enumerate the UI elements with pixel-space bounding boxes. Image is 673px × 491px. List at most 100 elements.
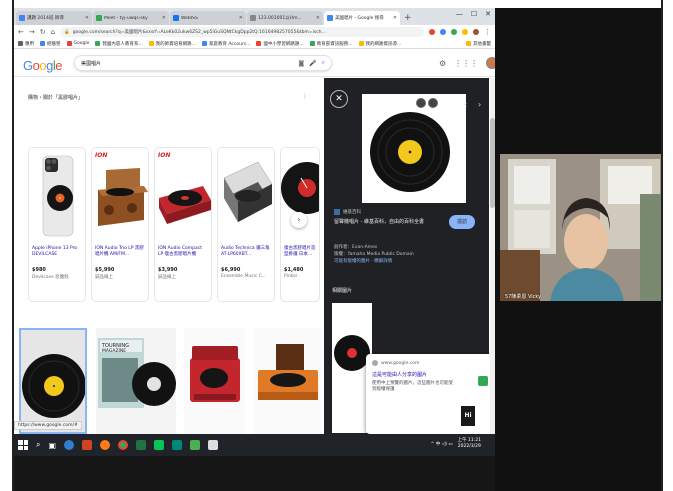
product-image: ION — [92, 148, 148, 243]
minimize-button[interactable]: — — [456, 10, 463, 18]
product-price: $5,990 — [95, 267, 115, 273]
tab-close-icon[interactable]: ✕ — [316, 15, 320, 21]
tab-1[interactable]: Meet - tyj-uwqs-sky ✕ — [93, 11, 169, 25]
bookmark-item[interactable]: 經驗營 — [40, 41, 61, 47]
more-icon[interactable] — [428, 98, 438, 108]
avatar[interactable] — [486, 57, 495, 69]
product-card[interactable]: Apple iPhone 13 Pro DEVILCASE $980 Devil… — [28, 147, 86, 302]
line-icon[interactable] — [154, 440, 165, 450]
extension-badge-icon[interactable] — [478, 376, 488, 386]
extension-icon[interactable] — [462, 29, 468, 35]
search-icon[interactable]: ⌕ — [322, 59, 325, 67]
close-icon[interactable]: ✕ — [330, 90, 348, 108]
meet-icon[interactable] — [172, 440, 183, 450]
next-image-icon[interactable]: › — [478, 100, 481, 109]
preview-image[interactable] — [362, 94, 466, 203]
excel-icon[interactable] — [136, 440, 147, 450]
image-result[interactable] — [184, 328, 246, 434]
apps-grid-icon[interactable]: ⋮⋮⋮ — [454, 59, 478, 68]
tab-favicon-icon — [96, 15, 102, 21]
windows-start-icon[interactable] — [18, 440, 28, 450]
product-store: 誠品線上 — [158, 275, 176, 280]
tab-4-active[interactable]: 美國唱片 - Google 搜尋 ✕ — [324, 11, 400, 25]
header-actions: ⚙ ⋮⋮⋮ — [439, 57, 495, 69]
bookmarks-bar: 應用 經驗營 Google 我國內容人教育系... 我的師資培育網路... 家庭… — [14, 39, 495, 49]
google-logo[interactable]: Google — [23, 58, 62, 73]
search-box[interactable]: 美國唱片 ◙ 🎤 ⌕ — [74, 55, 332, 71]
carousel-next-button[interactable]: › — [291, 212, 307, 228]
tab-2[interactable]: WebISS ✕ — [170, 11, 246, 25]
white-turntable-image — [223, 161, 273, 222]
image-result[interactable]: TOURNING MAGAZINE — [96, 328, 176, 434]
close-window-button[interactable]: ✕ — [485, 10, 491, 18]
product-price: $3,990 — [158, 267, 178, 273]
chrome-icon[interactable] — [118, 440, 129, 450]
tab-3[interactable]: 123.001001以Hm... ✕ — [247, 11, 323, 25]
prev-image-icon[interactable]: ‹ — [464, 100, 467, 109]
product-name[interactable]: ION Audio Trio LP 黑膠唱片機 AM/FM... — [92, 243, 148, 265]
settings-icon[interactable]: ⚙ — [439, 59, 446, 68]
bookmark-item[interactable]: Google — [66, 41, 89, 46]
search-input[interactable]: 美國唱片 — [81, 60, 293, 67]
powerpoint-icon[interactable] — [82, 440, 93, 450]
product-name[interactable]: Audio Technica 鐵三角 AT-LP60XBT... — [218, 243, 274, 265]
webcam-tile[interactable] — [500, 154, 661, 301]
home-icon[interactable]: ⌂ — [51, 28, 55, 36]
firefox-icon[interactable] — [100, 440, 111, 450]
popup-title[interactable]: 這是可能由人分享的圖片 — [372, 371, 462, 378]
bookmark-item[interactable]: 我的師資培育網路... — [148, 41, 196, 47]
task-view-icon[interactable]: ▣ — [48, 441, 56, 450]
tab-close-icon[interactable]: ✕ — [393, 15, 397, 21]
lock-icon: 🔒 — [64, 29, 70, 35]
preview-source[interactable]: 維基百科 — [334, 209, 361, 215]
bookmark-item[interactable]: 我的網路資訊導... — [358, 41, 401, 47]
bookmark-folder-other[interactable]: 其他書籤 — [466, 41, 491, 47]
product-name[interactable]: Apple iPhone 13 Pro DEVILCASE — [29, 243, 85, 265]
red-turntable-image — [159, 186, 211, 224]
extension-icon[interactable] — [451, 29, 457, 35]
back-icon[interactable]: ← — [18, 28, 24, 36]
more-options-icon[interactable]: ⋮ — [302, 93, 308, 100]
tray-icons[interactable]: ^ 中 ◁) ▭ — [431, 441, 453, 447]
share-icon[interactable] — [416, 98, 426, 108]
hi-badge[interactable]: Hi — [461, 406, 475, 426]
tab-0[interactable]: 課題 2014班 師導 ✕ — [16, 11, 92, 25]
preview-title[interactable]: 留聲機唱片 - 維基百科，自由的百科全書 — [334, 219, 444, 226]
visit-button[interactable]: 造訪 — [449, 215, 475, 229]
microphone-icon[interactable]: 🎤 — [309, 60, 316, 67]
search-icon[interactable]: ⌕ — [36, 440, 40, 450]
google-favicon-icon — [327, 15, 333, 21]
image-result[interactable] — [254, 328, 322, 434]
app-icon[interactable] — [190, 440, 201, 450]
tab-close-icon[interactable]: ✕ — [162, 15, 166, 21]
maximize-button[interactable]: ☐ — [471, 10, 477, 18]
edge-icon[interactable] — [64, 440, 75, 450]
taskbar: ⌕ ▣ ^ 中 ◁) ▭ 上午 11:21 2022/3/29 — [14, 434, 495, 456]
tab-close-icon[interactable]: ✕ — [85, 15, 89, 21]
product-name[interactable]: ION Audio Compact LP 復古黑膠唱片機 — [155, 243, 211, 265]
product-card[interactable]: Audio Technica 鐵三角 AT-LP60XBT... $6,990 … — [217, 147, 275, 302]
bookmark-item[interactable]: 家庭教育 Accours... — [201, 41, 250, 47]
clock[interactable]: 上午 11:21 2022/3/29 — [458, 438, 481, 450]
address-bar[interactable]: 🔒 google.com/search?q=美國唱片&sxsrf=ALeKk02… — [60, 27, 424, 37]
photos-icon[interactable] — [208, 440, 219, 450]
profile-icon[interactable] — [473, 29, 479, 35]
bookmark-item[interactable]: 國中小學習網路題... — [256, 41, 304, 47]
hover-preview-card[interactable]: www.google.com 這是可能由人分享的圖片 使用中上預覽的圖片，這些圖… — [366, 354, 494, 434]
tab-close-icon[interactable]: ✕ — [239, 15, 243, 21]
bookmark-item[interactable]: 教育部資訊服務... — [309, 41, 353, 47]
product-card[interactable]: ION ION Audio Trio LP 黑膠唱片機 AM/FM... $5,… — [91, 147, 149, 302]
bookmark-item[interactable]: 我國內容人教育系... — [95, 41, 143, 47]
forward-icon[interactable]: → — [29, 28, 35, 36]
image-result-selected[interactable] — [19, 328, 87, 434]
participant-name: 57陳柔恩 Vicky — [505, 294, 542, 300]
reload-icon[interactable]: ↻ — [40, 28, 46, 36]
new-tab-button[interactable]: + — [404, 11, 412, 25]
extension-icon[interactable] — [440, 29, 446, 35]
product-card[interactable]: ION ION Audio Compact LP 復古黑膠唱片機 $3,990 … — [154, 147, 212, 302]
product-name[interactable]: 復古黑膠唱片造型掛鐘 日本... — [281, 243, 319, 265]
bookmark-item[interactable]: 應用 — [18, 41, 34, 47]
menu-icon[interactable]: ⋮ — [484, 28, 491, 36]
camera-icon[interactable]: ◙ — [298, 60, 304, 67]
extension-icon[interactable] — [429, 29, 435, 35]
